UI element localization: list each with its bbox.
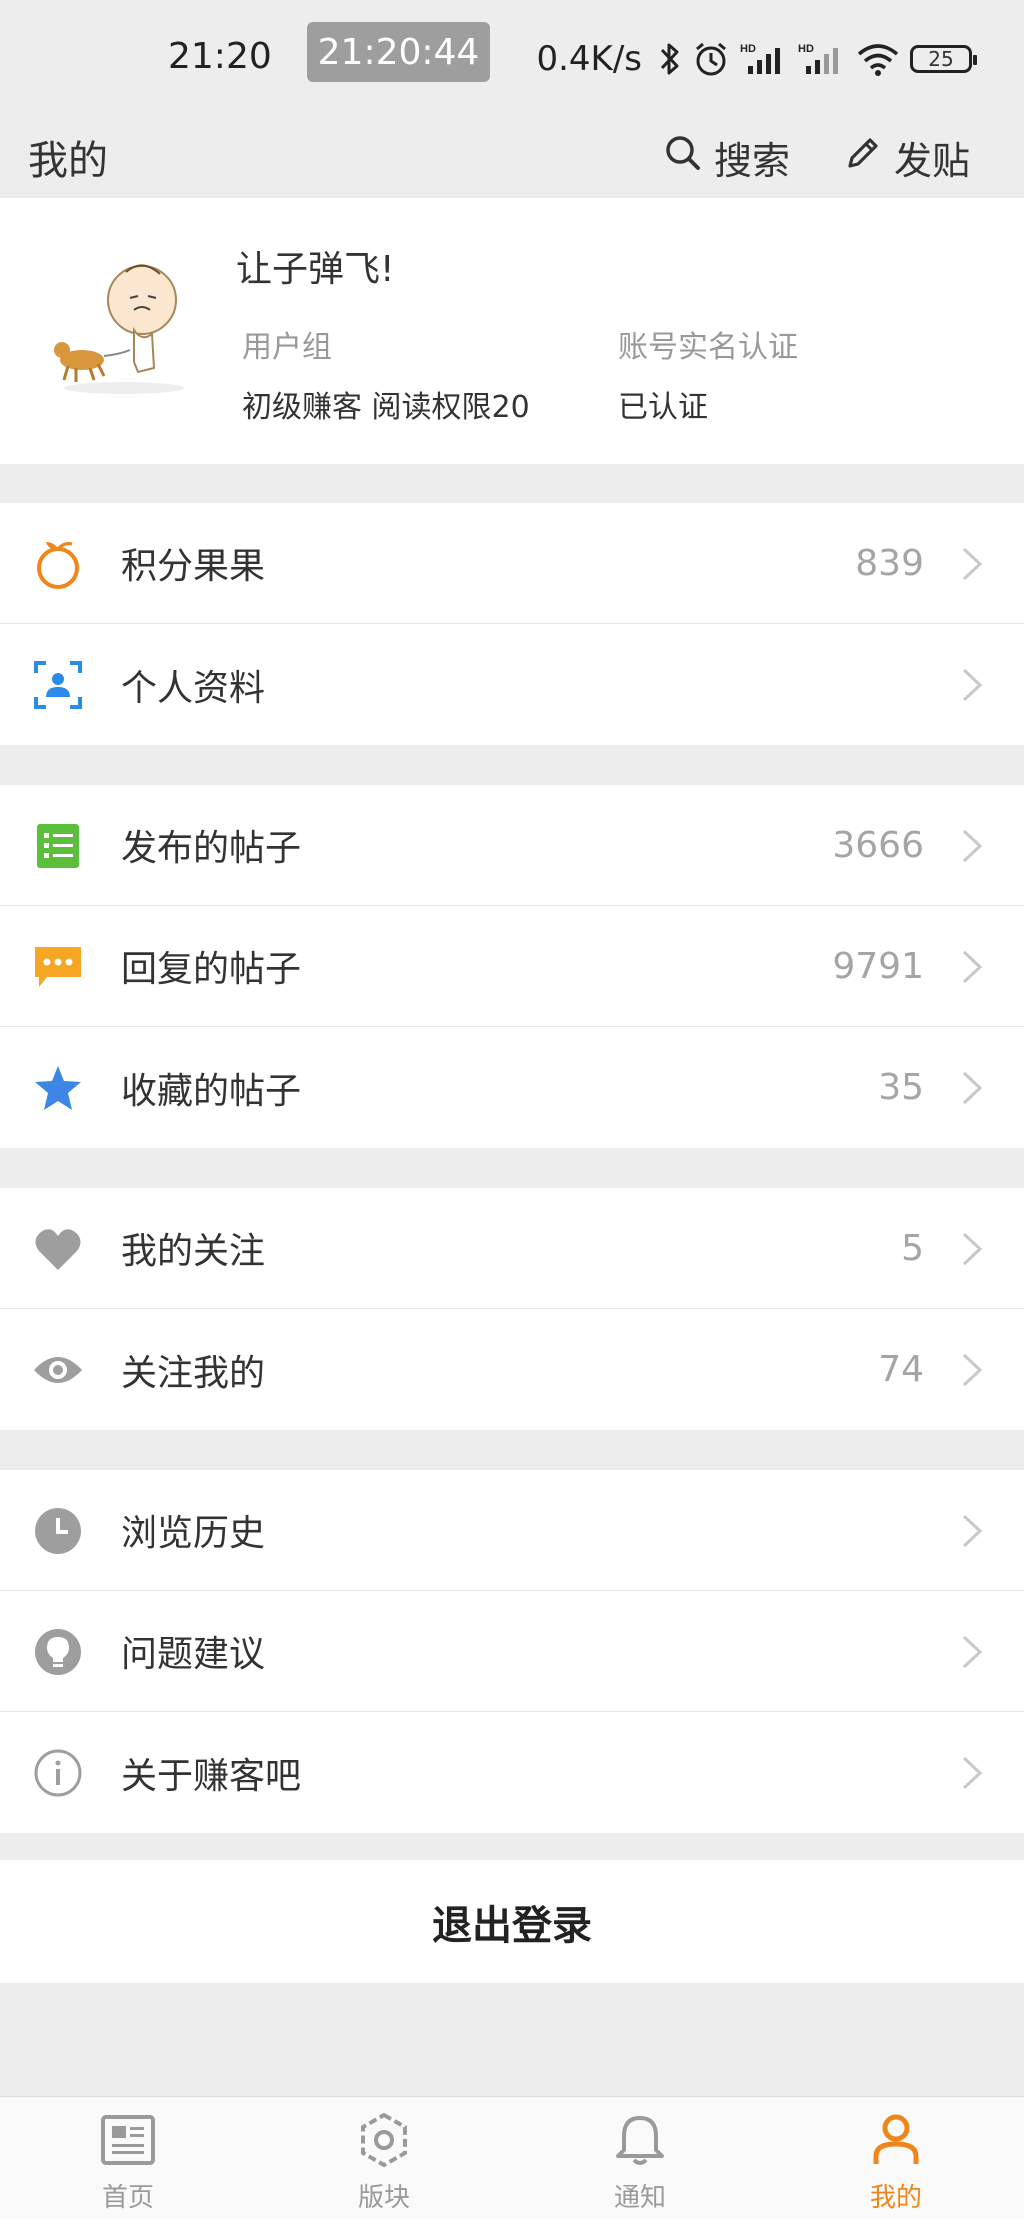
header-actions: 搜索 发贴 xyxy=(664,130,996,185)
bottom-tab-bar: 首页 版块 通知 我的 xyxy=(0,2096,1024,2219)
menu-item-points[interactable]: 积分果果 839 xyxy=(0,503,1024,624)
lightbulb-icon xyxy=(30,1627,86,1677)
info-icon xyxy=(30,1748,86,1798)
chevron-right-icon xyxy=(956,1633,986,1671)
menu-item-feedback[interactable]: 问题建议 xyxy=(0,1591,1024,1712)
list-icon xyxy=(30,821,86,871)
menu-label: 收藏的帖子 xyxy=(121,1070,302,1112)
orange-icon xyxy=(30,539,86,589)
user-icon xyxy=(866,2111,926,2169)
clock-icon xyxy=(30,1506,86,1556)
chevron-right-icon xyxy=(956,545,986,583)
chevron-right-icon xyxy=(956,1351,986,1389)
menu-group-misc: 浏览历史 问题建议 关于赚客吧 xyxy=(0,1470,1024,1833)
menu-label: 我的关注 xyxy=(121,1231,266,1272)
clock-overlay: 21:20:44 xyxy=(307,22,490,82)
news-icon xyxy=(98,2111,158,2169)
chevron-right-icon xyxy=(956,1512,986,1550)
logout-button[interactable]: 退出登录 xyxy=(0,1860,1024,1983)
menu-count: 35 xyxy=(878,1067,924,1108)
menu-item-profile-info[interactable]: 个人资料 xyxy=(0,624,1024,745)
search-icon xyxy=(664,134,702,181)
menu-item-about[interactable]: 关于赚客吧 xyxy=(0,1712,1024,1833)
status-time: 21:20 xyxy=(168,36,272,77)
svg-text:HD: HD xyxy=(798,43,814,55)
menu-item-followers[interactable]: 关注我的 74 xyxy=(0,1309,1024,1430)
username: 让子弹飞! xyxy=(236,249,395,290)
page-title: 我的 xyxy=(28,138,108,184)
tab-me[interactable]: 我的 xyxy=(768,2097,1024,2219)
hexagon-icon xyxy=(354,2111,414,2169)
chevron-right-icon xyxy=(956,948,986,986)
menu-item-history[interactable]: 浏览历史 xyxy=(0,1470,1024,1591)
chevron-right-icon xyxy=(956,827,986,865)
menu-item-replies[interactable]: 回复的帖子 9791 xyxy=(0,906,1024,1027)
status-bar: 21:20 21:20:44 0.4K/s HD HD 25 xyxy=(0,0,1024,116)
menu-count: 9791 xyxy=(832,945,924,987)
star-icon xyxy=(30,1063,86,1113)
tab-label: 通知 xyxy=(613,2183,666,2213)
net-speed: 0.4K/s xyxy=(536,39,642,79)
heart-icon xyxy=(30,1224,86,1274)
chat-bubble-icon xyxy=(30,942,86,992)
profile-card-icon xyxy=(30,660,86,710)
menu-count: 74 xyxy=(878,1349,924,1390)
menu-item-following[interactable]: 我的关注 5 xyxy=(0,1188,1024,1309)
avatar[interactable] xyxy=(42,238,192,408)
top-header: 我的 搜索 发贴 xyxy=(0,116,1024,198)
search-button[interactable]: 搜索 xyxy=(664,130,790,185)
menu-count: 5 xyxy=(901,1227,924,1269)
tab-notifications[interactable]: 通知 xyxy=(512,2097,768,2219)
tab-label: 版块 xyxy=(357,2183,410,2213)
post-label: 发贴 xyxy=(893,138,970,183)
svg-text:HD: HD xyxy=(740,43,756,55)
chevron-right-icon xyxy=(956,1069,986,1107)
menu-label: 个人资料 xyxy=(121,667,266,709)
menu-label: 发布的帖子 xyxy=(121,828,302,869)
menu-label: 关于赚客吧 xyxy=(121,1755,302,1797)
verify-value: 已认证 xyxy=(618,390,708,425)
menu-item-posts[interactable]: 发布的帖子 3666 xyxy=(0,785,1024,906)
status-icons: 0.4K/s HD HD 25 xyxy=(536,34,977,84)
search-label: 搜索 xyxy=(713,138,790,183)
bell-icon xyxy=(610,2111,670,2169)
menu-label: 问题建议 xyxy=(121,1634,266,1675)
post-button[interactable]: 发贴 xyxy=(844,130,970,185)
wifi-icon xyxy=(856,40,900,78)
eye-icon xyxy=(30,1345,86,1395)
chevron-right-icon xyxy=(956,666,986,704)
menu-group-account: 积分果果 839 个人资料 xyxy=(0,503,1024,745)
user-group-label: 用户组 xyxy=(242,330,332,365)
chevron-right-icon xyxy=(956,1230,986,1268)
menu-label: 回复的帖子 xyxy=(121,949,302,990)
chevron-right-icon xyxy=(956,1754,986,1792)
tab-label: 我的 xyxy=(869,2183,922,2213)
tab-label: 首页 xyxy=(101,2183,154,2213)
signal-hd-icon-2: HD xyxy=(798,40,846,78)
menu-count: 839 xyxy=(855,542,924,584)
menu-label: 积分果果 xyxy=(121,546,266,587)
menu-group-posts: 发布的帖子 3666 回复的帖子 9791 收藏的帖子 35 xyxy=(0,785,1024,1148)
pencil-icon xyxy=(844,134,882,181)
menu-label: 浏览历史 xyxy=(121,1513,266,1554)
menu-count: 3666 xyxy=(832,824,924,866)
alarm-icon xyxy=(692,40,730,78)
bluetooth-icon xyxy=(658,40,682,78)
signal-hd-icon: HD xyxy=(740,40,788,78)
menu-group-follow: 我的关注 5 关注我的 74 xyxy=(0,1188,1024,1430)
menu-item-favorites[interactable]: 收藏的帖子 35 xyxy=(0,1027,1024,1148)
tab-home[interactable]: 首页 xyxy=(0,2097,256,2219)
profile-card[interactable]: 让子弹飞! 用户组 初级赚客 阅读权限20 账号实名认证 已认证 xyxy=(0,198,1024,464)
menu-label: 关注我的 xyxy=(121,1352,266,1394)
user-group-value: 初级赚客 阅读权限20 xyxy=(242,390,530,425)
verify-label: 账号实名认证 xyxy=(618,330,798,365)
tab-boards[interactable]: 版块 xyxy=(256,2097,512,2219)
battery-icon: 25 xyxy=(910,45,977,73)
